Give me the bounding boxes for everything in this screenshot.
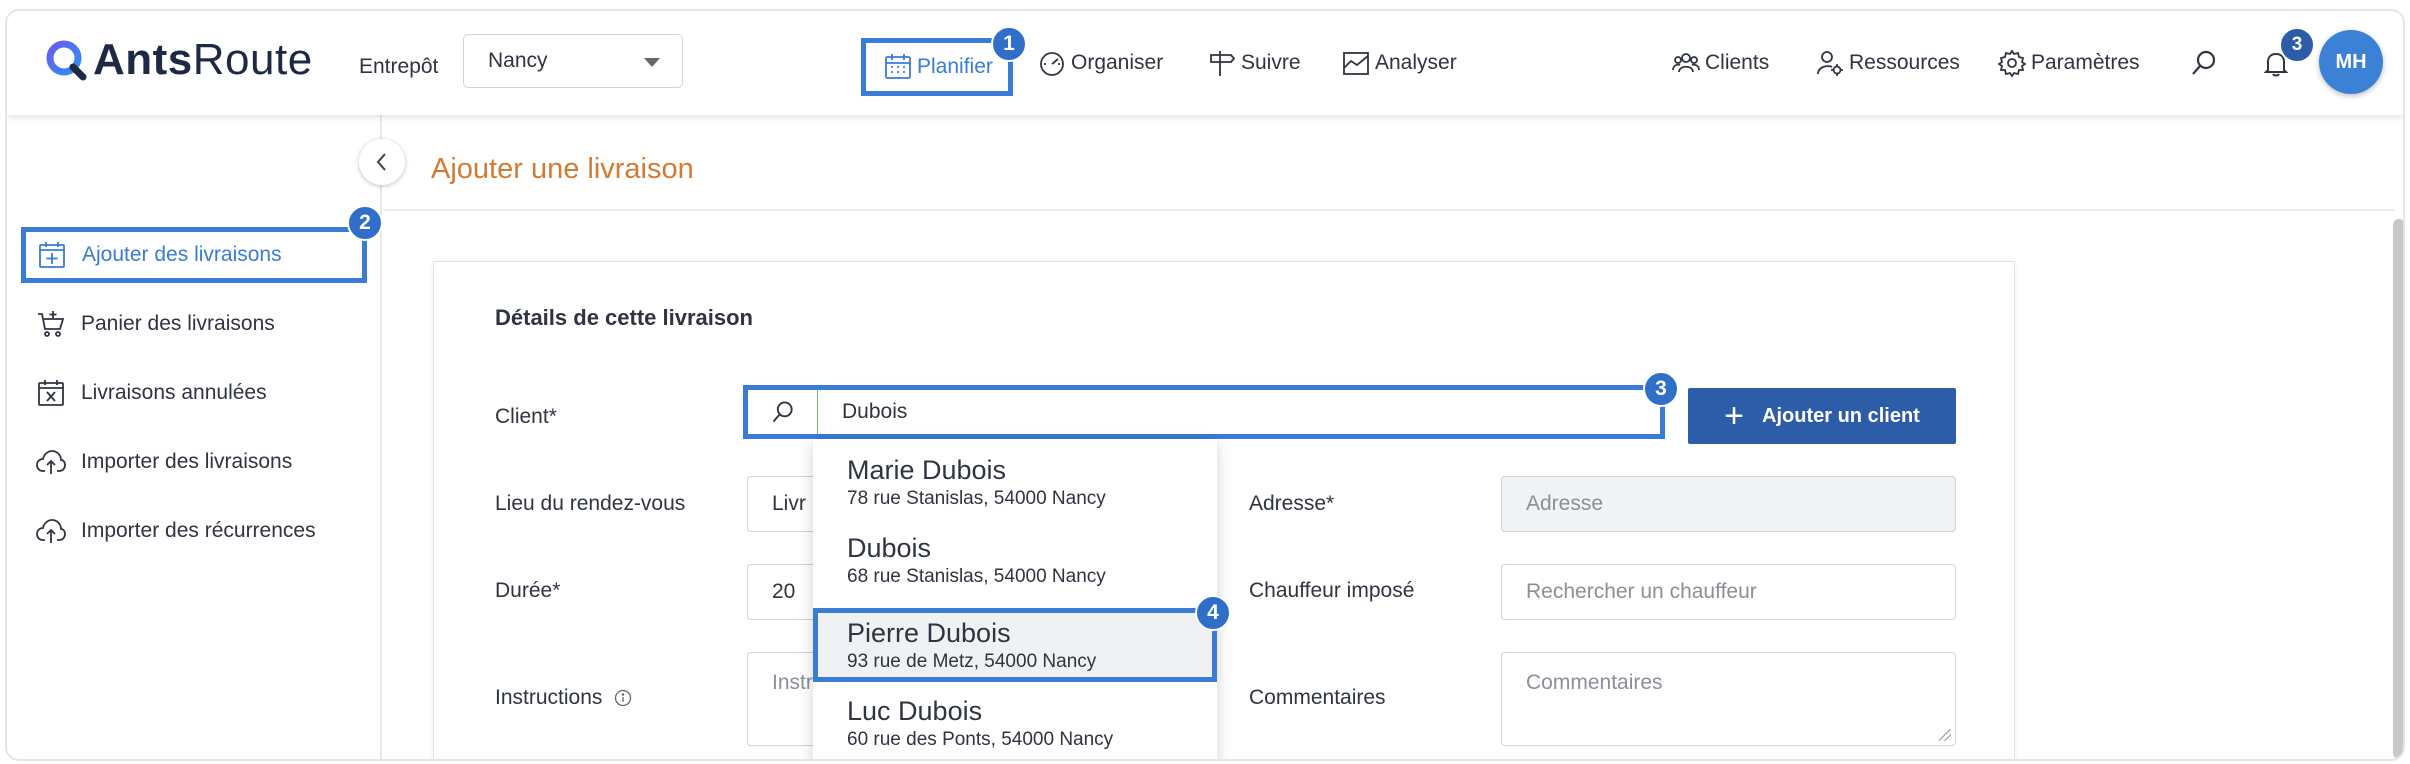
nav-organiser[interactable]: Organiser [1037, 43, 1163, 83]
step-badge-4: 4 [1195, 595, 1231, 631]
adresse-label: Adresse* [1249, 492, 1335, 515]
app-window: AntsRoute Entrepôt Nancy Planifier 1 Org… [5, 9, 2405, 761]
nav-clients-label: Clients [1705, 51, 1770, 74]
user-avatar[interactable]: MH [2319, 30, 2383, 94]
add-client-button[interactable]: + Ajouter un client [1688, 388, 1956, 444]
nav-analyser[interactable]: Analyser [1341, 43, 1457, 83]
nav-analyser-label: Analyser [1375, 51, 1457, 74]
calendar-icon [885, 54, 911, 79]
nav-ressources-label: Ressources [1849, 51, 1960, 74]
add-client-label: Ajouter un client [1762, 404, 1920, 427]
lieu-label: Lieu du rendez-vous [495, 492, 686, 515]
users-icon [1672, 53, 1700, 73]
warehouse-label: Entrepôt [359, 55, 439, 78]
commentaires-placeholder: Commentaires [1526, 671, 1663, 694]
sidebar-item-label: Panier des livraisons [81, 312, 275, 335]
search-icon [2192, 50, 2216, 75]
commentaires-textarea[interactable]: Commentaires [1501, 652, 1956, 746]
sidebar-item-label: Ajouter des livraisons [82, 243, 282, 266]
instructions-label: Instructions [495, 686, 603, 709]
info-icon[interactable] [614, 689, 632, 707]
client-option-name: Dubois [847, 533, 932, 563]
search-icon [772, 401, 793, 423]
client-search-icon-cell [748, 390, 818, 434]
chart-icon [1343, 52, 1369, 75]
client-option-name: Pierre Dubois [847, 618, 1011, 648]
step-badge-2: 2 [347, 205, 383, 241]
app-logo[interactable]: AntsRoute [43, 35, 313, 85]
instructions-placeholder: Instr [772, 671, 813, 694]
client-label: Client* [495, 405, 557, 428]
client-search-value: Dubois [842, 400, 908, 423]
nav-parametres[interactable]: Paramètres [1997, 43, 2140, 83]
sidebar-collapse-button[interactable] [359, 139, 405, 185]
vertical-scrollbar[interactable] [2393, 219, 2403, 759]
top-header: AntsRoute Entrepôt Nancy Planifier 1 Org… [7, 11, 2403, 115]
client-option-marie-dubois[interactable]: Marie Dubois 78 rue Stanislas, 54000 Nan… [813, 445, 1217, 523]
sidebar: Ajouter des livraisons Panier des livrai… [7, 115, 382, 759]
nav-suivre[interactable]: Suivre [1207, 43, 1301, 83]
calendar-plus-icon [39, 242, 65, 268]
client-suggestions-dropdown: Marie Dubois 78 rue Stanislas, 54000 Nan… [813, 439, 1217, 759]
resize-handle-icon[interactable] [1939, 729, 1951, 741]
sidebar-item-importer-recurrences[interactable]: Importer des récurrences [21, 503, 367, 559]
client-option-dubois[interactable]: Dubois 68 rue Stanislas, 54000 Nancy [813, 523, 1217, 601]
sidebar-item-label: Livraisons annulées [81, 381, 267, 404]
duree-label: Durée* [495, 579, 561, 602]
chauffeur-label: Chauffeur imposé [1249, 579, 1415, 602]
adresse-input[interactable]: Adresse [1501, 476, 1956, 532]
chevron-down-icon [644, 58, 660, 67]
page-title: Ajouter une livraison [431, 153, 694, 185]
nav-clients[interactable]: Clients [1671, 43, 1769, 83]
chauffeur-search-input[interactable]: Rechercher un chauffeur [1501, 564, 1956, 620]
client-option-luc-dubois[interactable]: Luc Dubois 60 rue des Ponts, 54000 Nancy [813, 686, 1217, 759]
duree-value: 20 [772, 580, 796, 603]
nav-planifier[interactable]: Planifier [861, 38, 1013, 96]
sidebar-item-label: Importer des livraisons [81, 450, 293, 473]
client-option-address: 93 rue de Metz, 54000 Nancy [847, 651, 1097, 672]
speedometer-icon [1040, 52, 1064, 76]
antsroute-logo-icon [46, 40, 87, 81]
app-name: AntsRoute [93, 35, 313, 84]
card-title: Détails de cette livraison [495, 305, 753, 330]
client-option-address: 78 rue Stanislas, 54000 Nancy [847, 488, 1106, 509]
warehouse-value: Nancy [488, 49, 548, 72]
commentaires-label: Commentaires [1249, 686, 1386, 709]
lieu-value: Livr [772, 492, 806, 515]
client-option-address: 60 rue des Ponts, 54000 Nancy [847, 729, 1114, 750]
sidebar-item-ajouter-livraisons[interactable]: Ajouter des livraisons [21, 227, 367, 283]
client-search-input[interactable]: Dubois [743, 385, 1665, 439]
sidebar-item-livraisons-annulees[interactable]: Livraisons annulées [21, 365, 367, 421]
user-gear-icon [1817, 51, 1843, 76]
nav-parametres-label: Paramètres [2031, 51, 2140, 74]
plus-icon: + [1724, 397, 1745, 435]
cloud-upload-icon [36, 450, 66, 474]
chevron-left-icon [376, 153, 386, 171]
nav-ressources[interactable]: Ressources [1815, 43, 1960, 83]
client-option-name: Luc Dubois [847, 696, 983, 726]
nav-organiser-label: Organiser [1071, 51, 1164, 74]
title-divider [384, 209, 2394, 211]
gear-icon [1997, 49, 2027, 78]
client-option-name: Marie Dubois [847, 455, 1007, 485]
sidebar-item-importer-livraisons[interactable]: Importer des livraisons [21, 434, 367, 490]
instructions-label-group: Instructions [495, 686, 632, 710]
sidebar-item-label: Importer des récurrences [81, 519, 316, 542]
signpost-icon [1210, 51, 1236, 76]
warehouse-select[interactable]: Nancy [463, 34, 683, 88]
client-option-pierre-dubois[interactable]: Pierre Dubois 93 rue de Metz, 54000 Nanc… [813, 608, 1217, 682]
step-badge-1: 1 [991, 26, 1027, 62]
client-option-address: 68 rue Stanislas, 54000 Nancy [847, 566, 1106, 587]
nav-planifier-label: Planifier [917, 55, 993, 78]
sidebar-item-panier-livraisons[interactable]: Panier des livraisons [21, 296, 367, 352]
nav-suivre-label: Suivre [1241, 51, 1301, 74]
calendar-x-icon [38, 380, 64, 406]
cloud-upload-icon [36, 519, 66, 543]
search-button[interactable] [2189, 43, 2223, 83]
chauffeur-placeholder: Rechercher un chauffeur [1526, 580, 1757, 603]
notification-count-badge: 3 [2279, 27, 2315, 63]
cart-plus-icon [38, 311, 65, 337]
step-badge-3: 3 [1643, 371, 1679, 407]
adresse-placeholder: Adresse [1526, 492, 1604, 515]
